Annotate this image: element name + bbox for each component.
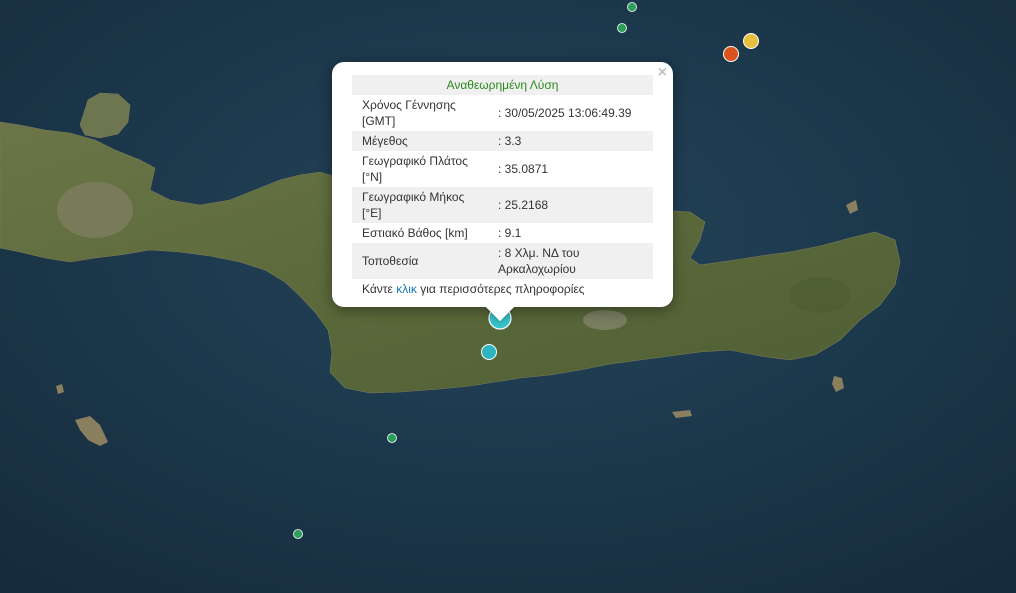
more-info-prefix: Κάντε: [362, 282, 397, 296]
row-value-depth: : 9.1: [498, 226, 522, 240]
row-value-location: : 8 Χλμ. ΝΔ του Αρκαλοχωρίου: [488, 243, 653, 279]
popup-title: Αναθεωρημένη Λύση: [352, 75, 653, 95]
table-row: Γεωγραφικό Πλάτος [°N] : 35.0871: [352, 151, 653, 187]
row-value-latitude: : 35.0871: [498, 162, 549, 176]
row-label-latitude: Γεωγραφικό Πλάτος [°N]: [362, 154, 468, 184]
earthquake-details-table: Αναθεωρημένη Λύση Χρόνος Γέννησης [GMT] …: [352, 75, 653, 279]
row-label-magnitude: Μέγεθος: [352, 131, 488, 151]
row-value-longitude: : 25.2168: [488, 187, 653, 223]
earthquake-marker-green-4[interactable]: [293, 529, 303, 539]
earthquake-marker-yellow[interactable]: [743, 33, 759, 49]
row-label-location: Τοποθεσία: [352, 243, 488, 279]
earthquake-marker-green-2[interactable]: [617, 23, 627, 33]
row-value-magnitude: : 3.3: [488, 131, 653, 151]
mountain-area-east: [790, 277, 850, 313]
earthquake-marker-orange[interactable]: [723, 46, 739, 62]
table-row: Γεωγραφικό Μήκος [°E] : 25.2168: [352, 187, 653, 223]
earthquake-marker-green-1[interactable]: [627, 2, 637, 12]
row-label-longitude: Γεωγραφικό Μήκος [°E]: [352, 187, 488, 223]
earthquake-marker-recent[interactable]: [481, 344, 497, 360]
table-row: Χρόνος Γέννησης [GMT] : 30/05/2025 13:06…: [352, 95, 653, 131]
row-label-depth: Εστιακό Βάθος [km]: [362, 226, 468, 240]
close-icon[interactable]: ×: [658, 64, 667, 82]
earthquake-marker-green-3[interactable]: [387, 433, 397, 443]
table-row: Τοποθεσία : 8 Χλμ. ΝΔ του Αρκαλοχωρίου: [352, 243, 653, 279]
mountain-area-center: [583, 310, 627, 330]
more-info-link[interactable]: κλικ: [396, 282, 417, 296]
earthquake-info-popup: × Αναθεωρημένη Λύση Χρόνος Γέννησης [GMT…: [332, 62, 673, 322]
row-value-origin-time: : 30/05/2025 13:06:49.39: [498, 106, 632, 120]
mountain-area-west: [57, 182, 133, 238]
more-info-text: Κάντε κλικ για περισσότερες πληροφορίες: [352, 282, 653, 296]
table-row: Εστιακό Βάθος [km] : 9.1: [352, 223, 653, 243]
row-label-origin-time: Χρόνος Γέννησης [GMT]: [362, 98, 456, 128]
table-row: Μέγεθος : 3.3: [352, 131, 653, 151]
